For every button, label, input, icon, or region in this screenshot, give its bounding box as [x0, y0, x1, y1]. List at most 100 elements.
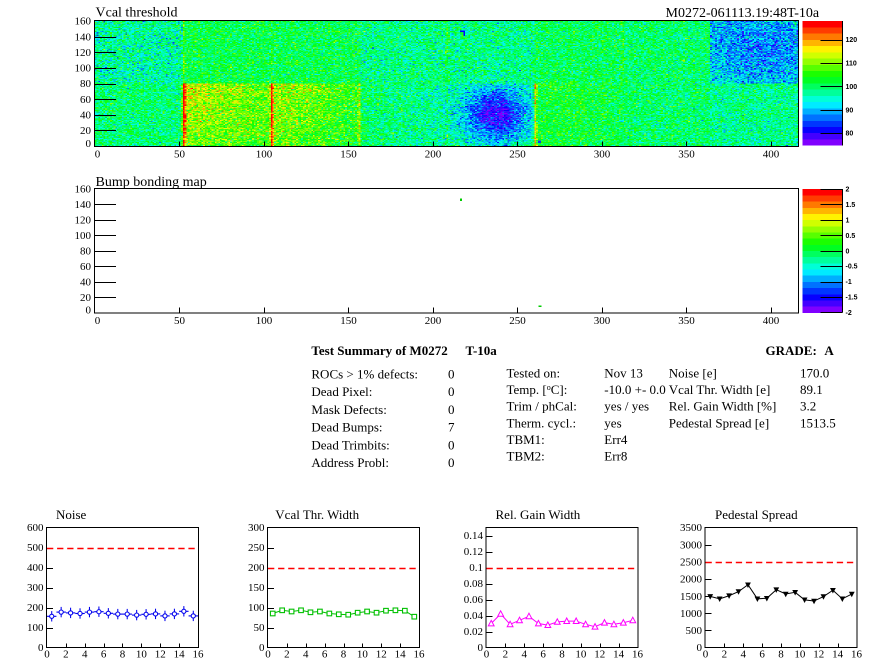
svg-text:250: 250	[248, 542, 265, 554]
svg-text:250: 250	[509, 315, 526, 327]
svg-text:0: 0	[86, 138, 92, 150]
svg-text:50: 50	[174, 149, 186, 161]
svg-text:Dead Trimbits:: Dead Trimbits:	[311, 437, 389, 452]
svg-text:20: 20	[80, 125, 92, 137]
svg-text:170.0: 170.0	[800, 366, 829, 381]
svg-text:200: 200	[425, 149, 442, 161]
svg-text:6: 6	[759, 649, 765, 661]
svg-text:Tested on:: Tested on:	[507, 366, 561, 381]
svg-text:Err8: Err8	[604, 449, 627, 464]
svg-text:TBM2:: TBM2:	[507, 449, 545, 464]
svg-text:Noise: Noise	[56, 507, 87, 522]
svg-text:200: 200	[248, 562, 265, 574]
svg-text:0: 0	[95, 315, 101, 327]
svg-text:0.12: 0.12	[464, 546, 483, 558]
svg-text:1.5: 1.5	[846, 202, 856, 209]
svg-text:100: 100	[75, 63, 92, 75]
svg-text:Address Probl:: Address Probl:	[311, 455, 389, 470]
svg-text:Err4: Err4	[604, 432, 628, 447]
svg-text:Vcal Thr. Width: Vcal Thr. Width	[275, 507, 359, 522]
svg-text:7: 7	[448, 420, 455, 435]
svg-text:Nov 13: Nov 13	[604, 366, 643, 381]
svg-text:Vcal threshold: Vcal threshold	[96, 6, 178, 21]
svg-text:3.2: 3.2	[800, 399, 816, 414]
svg-text:-2: -2	[846, 310, 852, 317]
svg-text:14: 14	[395, 649, 407, 661]
svg-text:T-10a: T-10a	[466, 343, 498, 358]
svg-text:50: 50	[254, 622, 266, 634]
svg-text:2: 2	[722, 649, 728, 661]
svg-text:GRADE:: GRADE:	[766, 343, 817, 358]
svg-text:16: 16	[851, 649, 863, 661]
svg-text:14: 14	[613, 649, 625, 661]
svg-text:120: 120	[75, 47, 92, 59]
svg-text:89.1: 89.1	[800, 382, 823, 397]
svg-text:300: 300	[27, 582, 44, 594]
svg-text:100: 100	[846, 84, 858, 91]
svg-text:2: 2	[846, 187, 850, 194]
svg-text:100: 100	[75, 230, 92, 242]
svg-text:-0.5: -0.5	[846, 264, 858, 271]
svg-text:120: 120	[75, 215, 92, 227]
svg-text:12: 12	[155, 649, 166, 661]
svg-text:250: 250	[509, 149, 526, 161]
svg-text:140: 140	[75, 199, 92, 211]
svg-text:3500: 3500	[680, 522, 703, 534]
svg-text:Dead Pixel:: Dead Pixel:	[311, 384, 372, 399]
svg-text:300: 300	[594, 315, 611, 327]
svg-text:2000: 2000	[680, 574, 703, 586]
svg-text:yes / yes: yes / yes	[604, 399, 649, 414]
svg-text:0: 0	[259, 642, 265, 654]
svg-text:100: 100	[27, 622, 44, 634]
svg-text:100: 100	[256, 315, 273, 327]
svg-text:Mask Defects:: Mask Defects:	[311, 402, 386, 417]
svg-text:0: 0	[448, 384, 455, 399]
svg-text:4: 4	[303, 649, 309, 661]
svg-text:16: 16	[414, 649, 426, 661]
svg-text:8: 8	[120, 649, 126, 661]
svg-text:0: 0	[95, 149, 101, 161]
svg-text:Rel. Gain Width [%]: Rel. Gain Width [%]	[669, 399, 777, 414]
svg-text:0: 0	[697, 642, 703, 654]
svg-text:10: 10	[136, 649, 148, 661]
svg-text:TBM1:: TBM1:	[507, 432, 545, 447]
svg-text:0: 0	[484, 649, 490, 661]
svg-text:0.14: 0.14	[464, 530, 484, 542]
svg-text:0: 0	[448, 402, 455, 417]
svg-text:60: 60	[80, 94, 92, 106]
svg-text:6: 6	[540, 649, 546, 661]
svg-text:400: 400	[27, 562, 44, 574]
svg-text:2: 2	[284, 649, 290, 661]
svg-text:2500: 2500	[680, 556, 703, 568]
svg-text:100: 100	[248, 602, 265, 614]
svg-text:2: 2	[503, 649, 509, 661]
svg-text:4: 4	[741, 649, 747, 661]
svg-text:0: 0	[846, 248, 850, 255]
svg-text:40: 40	[80, 276, 92, 288]
svg-text:0.06: 0.06	[464, 594, 484, 606]
svg-text:140: 140	[75, 31, 92, 43]
svg-text:16: 16	[632, 649, 644, 661]
svg-text:300: 300	[594, 149, 611, 161]
svg-text:Bump bonding map: Bump bonding map	[96, 175, 207, 190]
svg-text:0: 0	[448, 367, 455, 382]
svg-text:0: 0	[448, 455, 455, 470]
svg-text:80: 80	[80, 245, 92, 257]
svg-text:150: 150	[340, 315, 357, 327]
svg-text:yes: yes	[604, 415, 621, 430]
svg-text:Pedestal Spread [e]: Pedestal Spread [e]	[669, 415, 769, 430]
svg-text:-1: -1	[846, 279, 852, 286]
svg-text:350: 350	[678, 315, 695, 327]
svg-text:-1.5: -1.5	[846, 295, 858, 302]
svg-text:A: A	[824, 343, 834, 358]
svg-text:Pedestal Spread: Pedestal Spread	[715, 507, 798, 522]
svg-text:0.04: 0.04	[464, 610, 484, 622]
svg-text:Noise [e]: Noise [e]	[669, 366, 717, 381]
svg-text:Rel. Gain Width: Rel. Gain Width	[496, 507, 581, 522]
svg-text:0: 0	[265, 649, 271, 661]
svg-text:80: 80	[80, 78, 92, 90]
svg-text:100: 100	[256, 149, 273, 161]
svg-text:8: 8	[559, 649, 565, 661]
svg-text:1500: 1500	[680, 591, 703, 603]
svg-text:Trim / phCal:: Trim / phCal:	[507, 399, 577, 414]
